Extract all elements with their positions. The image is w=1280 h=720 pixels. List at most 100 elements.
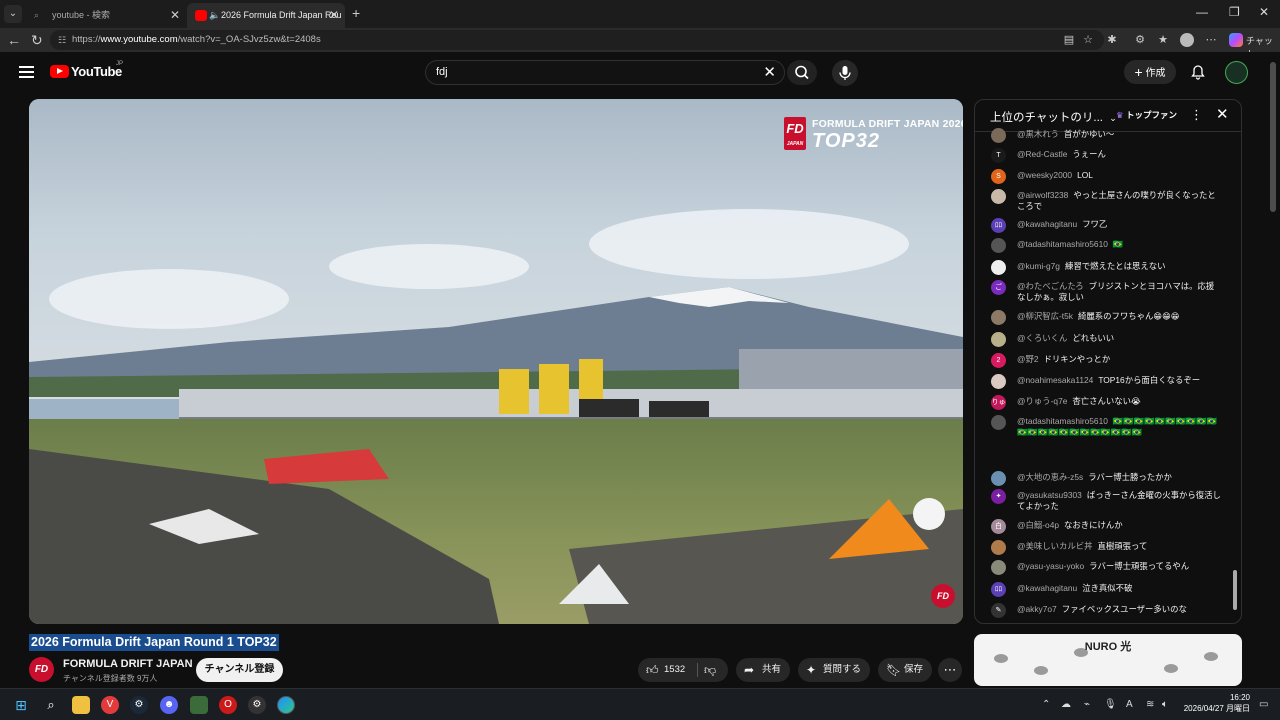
chat-author-avatar[interactable] [991, 332, 1006, 347]
back-arrow-icon[interactable]: ← [7, 32, 21, 48]
chat-author-name[interactable]: @tadashitamashiro5610 [1017, 239, 1108, 249]
chat-more-options-icon[interactable]: ⋮ [1190, 107, 1203, 123]
reader-view-icon[interactable]: ▤ [1062, 33, 1076, 47]
file-explorer-icon[interactable] [72, 696, 90, 714]
url-field[interactable]: ☷ https://www.youtube.com/watch?v=_OA-SJ… [50, 30, 1104, 50]
ad-banner[interactable]: NURO 光 [974, 634, 1242, 686]
tray-overflow-chevron-icon[interactable]: ⌃ [1042, 699, 1050, 710]
chat-author-name[interactable]: @akky7o7 [1017, 604, 1057, 614]
chat-author-name[interactable]: @くろいくん [1017, 333, 1067, 343]
onedrive-cloud-icon[interactable]: ☁ [1061, 699, 1071, 710]
extensions-icon[interactable]: ✱ [1105, 33, 1119, 47]
chat-author-avatar[interactable]: T [991, 148, 1006, 163]
tab-close-icon[interactable]: ✕ [329, 3, 339, 28]
minimize-icon[interactable]: — [1196, 5, 1208, 19]
channel-name[interactable]: FORMULA DRIFT JAPAN [63, 658, 193, 670]
chat-author-avatar[interactable] [991, 189, 1006, 204]
site-info-icon[interactable]: ☷ [58, 30, 66, 50]
chat-mode-selector[interactable]: 上位のチャットのリ... ⌄ [990, 109, 1117, 125]
chat-author-name[interactable]: @大地の恵み-z5s [1017, 472, 1083, 482]
chat-author-avatar[interactable]: ﾛﾛ [991, 582, 1006, 597]
search-input[interactable]: fdj [436, 66, 448, 78]
reload-icon[interactable]: ↻ [31, 32, 43, 49]
profile-avatar-icon[interactable] [1180, 33, 1194, 47]
chat-author-avatar[interactable] [991, 471, 1006, 486]
chat-author-avatar[interactable] [991, 310, 1006, 325]
chat-author-avatar[interactable] [991, 374, 1006, 389]
favorite-star-icon[interactable]: ☆ [1081, 33, 1095, 47]
save-button[interactable]: 🔖︎ 保存 [878, 658, 932, 682]
volume-icon[interactable]: 🔈︎ [1162, 699, 1168, 710]
dislike-thumb-down-icon[interactable]: 👎︎ [704, 658, 716, 682]
chat-author-avatar[interactable]: ✎ [991, 603, 1006, 618]
new-tab-button[interactable]: + [352, 5, 360, 21]
bluetooth-icon[interactable]: ⌁ [1084, 699, 1090, 710]
taskbar-clock[interactable]: 16:20 2026/04/27 月曜日 [1180, 692, 1250, 714]
chat-author-name[interactable]: @yasu-yasu-yoko [1017, 561, 1084, 571]
search-box[interactable]: fdj ✕ [425, 60, 785, 85]
chat-author-name[interactable]: @kawahagitanu [1017, 583, 1077, 593]
chat-author-avatar[interactable] [991, 128, 1006, 143]
like-count[interactable]: 1532 [664, 658, 685, 682]
video-player[interactable]: FD JAPAN FORMULA DRIFT JAPAN 2026 TOP32 F… [29, 99, 963, 624]
more-actions-button[interactable]: ⋯ [938, 658, 962, 682]
notifications-bell-icon[interactable] [1190, 64, 1206, 85]
maximize-icon[interactable]: ❐ [1229, 5, 1240, 19]
settings-app-icon[interactable]: ⚙ [248, 696, 266, 714]
chat-author-name[interactable]: @美味しいカルビ丼 [1017, 541, 1093, 551]
chat-author-avatar[interactable]: りゅ [991, 395, 1006, 410]
chat-author-avatar[interactable]: S [991, 169, 1006, 184]
page-scrollbar-thumb[interactable] [1270, 62, 1276, 212]
opera-icon[interactable]: O [219, 696, 237, 714]
clear-search-icon[interactable]: ✕ [763, 63, 776, 81]
chat-author-name[interactable]: @Red-Castle [1017, 149, 1067, 159]
chat-author-avatar[interactable] [991, 560, 1006, 575]
chat-author-name[interactable]: @野2 [1017, 354, 1039, 364]
audio-playing-icon[interactable]: 🔈 [209, 3, 220, 28]
wifi-icon[interactable]: ≋ [1146, 699, 1154, 710]
chat-author-name[interactable]: @weesky2000 [1017, 170, 1072, 180]
top-fan-badge[interactable]: ♛ トップファン [1116, 109, 1177, 121]
copilot-icon[interactable] [1229, 33, 1243, 47]
close-window-icon[interactable]: ✕ [1259, 5, 1269, 19]
extension-puzzle-icon[interactable]: ⚙ [1133, 33, 1147, 47]
chat-author-name[interactable]: @kumi-g7g [1017, 261, 1060, 271]
chat-author-avatar[interactable] [991, 540, 1006, 555]
chat-author-avatar[interactable] [991, 238, 1006, 253]
tab-close-icon[interactable]: ✕ [170, 3, 180, 28]
voice-search-button[interactable] [832, 60, 858, 86]
chat-author-name[interactable]: @白鰯-o4p [1017, 520, 1059, 530]
chat-author-avatar[interactable]: ✦ [991, 489, 1006, 504]
search-icon[interactable]: ⌕ [42, 696, 60, 714]
tab-list-chevron-icon[interactable]: ⌄ [4, 5, 22, 23]
chat-author-avatar[interactable]: 2 [991, 353, 1006, 368]
language-ime-icon[interactable]: A [1126, 699, 1133, 710]
favorites-icon[interactable]: ★ [1156, 33, 1170, 47]
tab-youtube-search[interactable]: ⌕ youtube - 検索 ✕ [26, 3, 186, 28]
channel-avatar[interactable]: FD [29, 657, 54, 682]
windows-start-icon[interactable]: ⊞ [12, 696, 30, 714]
steam-icon[interactable]: ⚙ [130, 696, 148, 714]
account-avatar[interactable] [1225, 61, 1248, 84]
share-button[interactable]: ➦ 共有 [736, 658, 790, 682]
chat-author-name[interactable]: @柳沢智広-t5k [1017, 311, 1073, 321]
search-button[interactable] [787, 60, 817, 85]
chat-author-avatar[interactable]: ご [991, 280, 1006, 295]
chat-author-name[interactable]: @黒木れう [1017, 129, 1059, 139]
notification-center-icon[interactable]: ▭ [1259, 699, 1268, 710]
chat-author-name[interactable]: @tadashitamashiro5610 [1017, 416, 1108, 426]
guide-menu-icon[interactable] [19, 66, 34, 78]
game-app-icon[interactable] [190, 696, 208, 714]
chat-author-name[interactable]: @airwolf3238 [1017, 190, 1068, 200]
chat-author-avatar[interactable]: ﾛﾛ [991, 218, 1006, 233]
chat-author-name[interactable]: @noahimesaka1124 [1017, 375, 1093, 385]
chat-author-name[interactable]: @りゅう-q7e [1017, 396, 1067, 406]
tab-video[interactable]: 🔈 2026 Formula Drift Japan Rou ✕ [187, 3, 345, 28]
discord-icon[interactable]: ☻ [160, 696, 178, 714]
chat-scrollbar-thumb[interactable] [1233, 570, 1237, 610]
subscribe-button[interactable]: チャンネル登録 [196, 658, 283, 682]
edge-icon[interactable] [277, 696, 295, 714]
chat-author-avatar[interactable] [991, 260, 1006, 275]
chat-author-name[interactable]: @わたべごんたろ [1017, 281, 1084, 291]
like-thumb-up-icon[interactable]: 👍︎ [646, 658, 659, 682]
